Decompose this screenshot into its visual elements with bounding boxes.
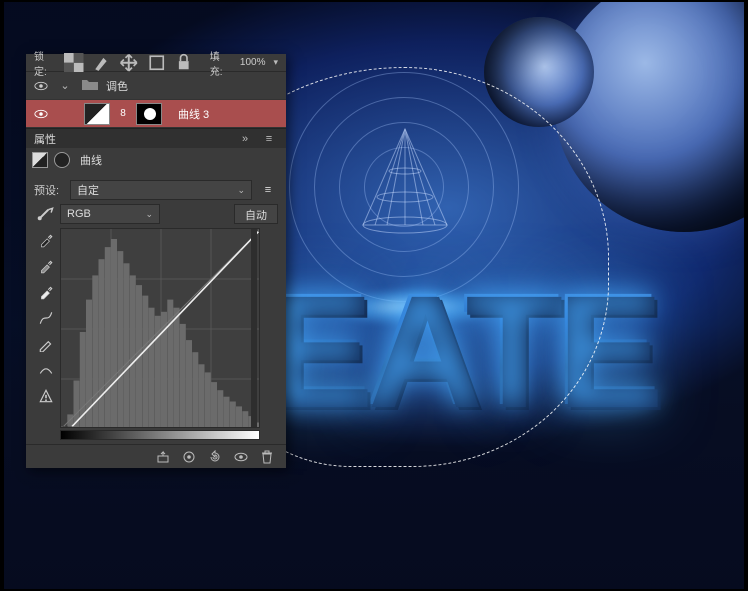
input-gradient[interactable] xyxy=(60,430,260,440)
fill-label: 填充: xyxy=(210,48,232,78)
layer-name[interactable]: 曲线 3 xyxy=(178,106,209,122)
link-icon[interactable]: 8 xyxy=(118,107,128,121)
lock-artboard-icon[interactable] xyxy=(147,53,167,73)
edit-points-icon[interactable] xyxy=(36,308,56,328)
layer-group-name: 调色 xyxy=(106,78,128,94)
preset-label: 预设: xyxy=(34,182,64,198)
layer-group-row[interactable]: ⌄ 调色 xyxy=(26,72,286,100)
layers-options-bar: 锁定: 填充: 100% ▾ xyxy=(26,54,286,72)
lock-label: 锁定: xyxy=(34,48,56,78)
expand-group-icon[interactable]: ⌄ xyxy=(56,79,74,92)
curves-graph-wrap xyxy=(60,228,278,440)
black-eyedropper-icon[interactable] xyxy=(36,230,56,250)
curves-graph[interactable] xyxy=(60,228,260,428)
panel-stack: 锁定: 填充: 100% ▾ ⌄ 调色 xyxy=(26,54,286,468)
lock-paint-icon[interactable] xyxy=(92,53,112,73)
artwork-text: EATE xyxy=(264,257,655,441)
preset-value: 自定 xyxy=(77,182,99,198)
collapse-icon[interactable]: » xyxy=(236,133,254,145)
curves-tools xyxy=(34,228,58,440)
fill-value[interactable]: 100% xyxy=(240,57,266,68)
planet-large xyxy=(554,2,744,232)
wire-cone-icon xyxy=(357,125,453,235)
lock-position-icon[interactable] xyxy=(119,53,139,73)
channel-value: RGB xyxy=(67,208,91,220)
chevron-down-icon[interactable]: ▾ xyxy=(273,57,278,68)
clip-to-layer-icon[interactable] xyxy=(154,448,172,466)
properties-bottom-bar xyxy=(26,444,286,468)
curves-adj-icon xyxy=(32,152,48,168)
smooth-icon[interactable] xyxy=(36,360,56,380)
channel-select[interactable]: RGB ⌄ xyxy=(60,204,160,224)
lock-all-icon[interactable] xyxy=(174,53,194,73)
visibility-toggle[interactable] xyxy=(34,79,48,93)
preset-select[interactable]: 自定 ⌄ xyxy=(70,180,252,200)
delete-icon[interactable] xyxy=(258,448,276,466)
adjustment-thumb[interactable] xyxy=(84,103,110,125)
visibility-toggle[interactable] xyxy=(34,107,48,121)
layer-row-selected[interactable]: 8 曲线 3 xyxy=(26,100,286,128)
curves-body xyxy=(34,228,278,440)
adjustment-type-row: 曲线 xyxy=(26,148,286,172)
pencil-icon[interactable] xyxy=(36,334,56,354)
chevron-down-icon: ⌄ xyxy=(145,209,153,220)
view-previous-icon[interactable] xyxy=(180,448,198,466)
properties-panel-header: 属性 » ≡ xyxy=(26,128,286,148)
mask-mode-icon[interactable] xyxy=(54,152,70,168)
preset-row: 预设: 自定 ⌄ ≡ xyxy=(34,180,278,200)
white-eyedropper-icon[interactable] xyxy=(36,282,56,302)
auto-label: 自动 xyxy=(245,210,267,222)
on-image-tool-icon[interactable] xyxy=(34,204,54,224)
toggle-visibility-icon[interactable] xyxy=(232,448,250,466)
panel-menu-icon[interactable]: ≡ xyxy=(260,133,278,145)
channel-row: RGB ⌄ 自动 xyxy=(34,204,278,224)
layer-mask-thumb[interactable] xyxy=(136,103,162,125)
preset-menu-icon[interactable]: ≡ xyxy=(258,180,278,200)
lock-transparency-icon[interactable] xyxy=(64,53,84,73)
folder-icon xyxy=(82,78,98,93)
clip-warn-icon[interactable] xyxy=(36,386,56,406)
graph-scrollbar[interactable] xyxy=(251,229,257,428)
gray-eyedropper-icon[interactable] xyxy=(36,256,56,276)
properties-title: 属性 xyxy=(34,131,56,147)
adjustment-title: 曲线 xyxy=(80,152,102,168)
reset-icon[interactable] xyxy=(206,448,224,466)
curves-section: 预设: 自定 ⌄ ≡ RGB ⌄ 自动 xyxy=(26,172,286,444)
auto-button[interactable]: 自动 xyxy=(234,204,278,224)
chevron-down-icon: ⌄ xyxy=(237,185,245,196)
